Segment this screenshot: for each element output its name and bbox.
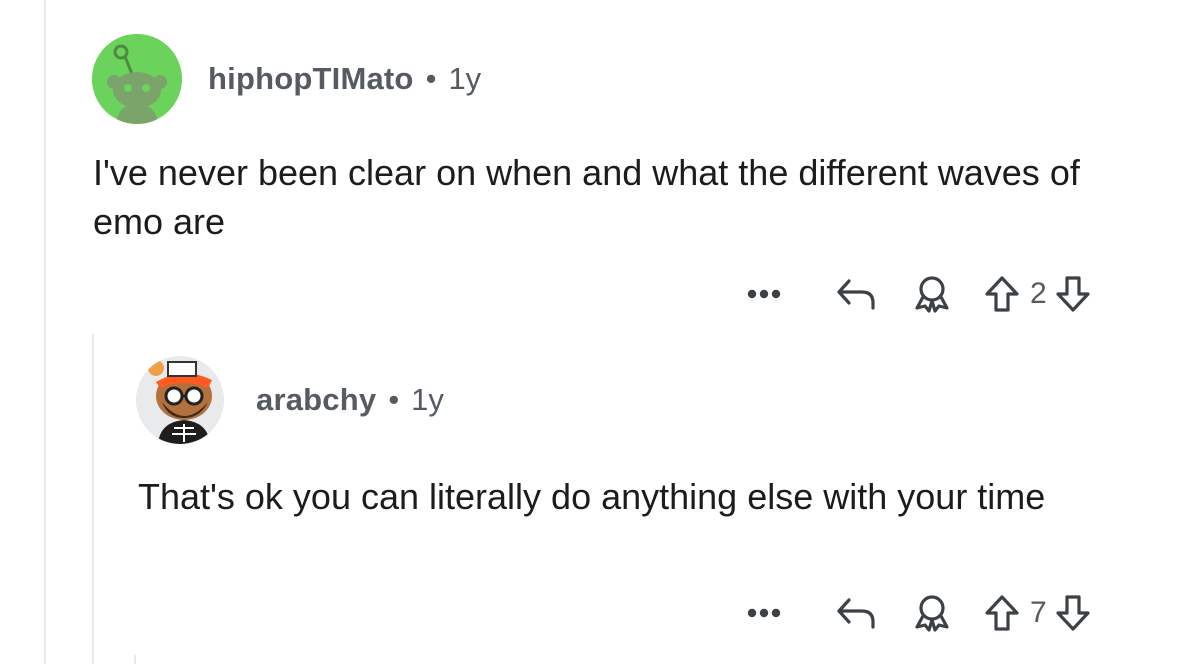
more-options-button[interactable] [736, 270, 792, 318]
avatar[interactable] [92, 34, 182, 124]
upvote-arrow-icon [985, 276, 1019, 312]
award-icon [915, 276, 949, 313]
reply-icon [837, 598, 875, 629]
ellipsis-icon [747, 608, 781, 618]
thread-line-nested [134, 655, 136, 664]
comment-actions: 7 [736, 589, 1095, 637]
comment-age: 1y [411, 382, 444, 417]
downvote-arrow-icon [1056, 276, 1090, 312]
separator-dot: • [388, 382, 400, 417]
vote-count: 2 [1030, 277, 1047, 310]
comment: hiphopTIMato • 1y [92, 34, 481, 124]
upvote-arrow-icon [985, 595, 1019, 631]
comment-header: hiphopTIMato • 1y [92, 34, 481, 124]
downvote-button[interactable] [1051, 270, 1095, 318]
reply-icon [837, 279, 875, 310]
reply-button[interactable] [828, 589, 884, 637]
comment-actions: 2 [736, 270, 1095, 318]
thread-line-root [44, 0, 46, 664]
downvote-arrow-icon [1056, 595, 1090, 631]
comment-body: That's ok you can literally do anything … [138, 476, 1046, 517]
upvote-button[interactable] [980, 270, 1024, 318]
downvote-button[interactable] [1051, 589, 1095, 637]
award-button[interactable] [904, 270, 960, 318]
comment-age: 1y [448, 61, 482, 96]
comment-reply: arabchy • 1y [136, 356, 444, 444]
upvote-button[interactable] [980, 589, 1024, 637]
reply-button[interactable] [828, 270, 884, 318]
separator-dot: • [425, 61, 437, 96]
thread-line-reply [92, 334, 94, 664]
comment-body: I've never been clear on when and what t… [93, 152, 1080, 242]
vote-count: 7 [1030, 596, 1047, 629]
award-icon [915, 595, 949, 632]
award-button[interactable] [904, 589, 960, 637]
ellipsis-icon [747, 289, 781, 299]
more-options-button[interactable] [736, 589, 792, 637]
username[interactable]: arabchy [256, 382, 376, 418]
username[interactable]: hiphopTIMato [208, 61, 414, 97]
comment-header: arabchy • 1y [136, 356, 444, 444]
snoo-avatar-icon [92, 34, 182, 124]
avatar[interactable] [136, 356, 224, 444]
snoo-avatar-icon [136, 356, 224, 444]
